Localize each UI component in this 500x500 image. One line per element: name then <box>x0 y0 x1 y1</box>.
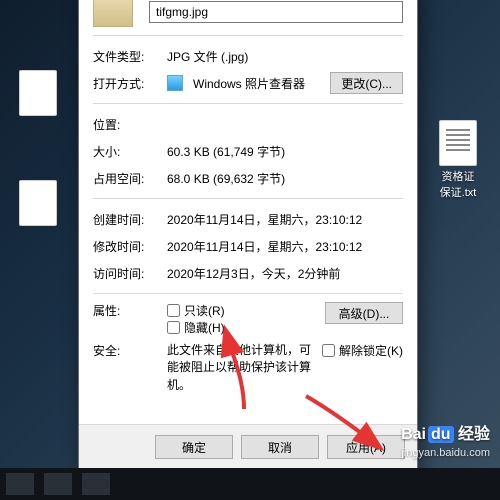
unblock-checkbox-label: 解除锁定(K) <box>339 342 403 359</box>
file-icon <box>19 70 57 116</box>
watermark-brand-b: du <box>428 426 454 443</box>
readonly-checkbox[interactable]: 只读(R) <box>167 302 225 319</box>
unblock-checkbox-input[interactable] <box>322 344 335 357</box>
security-text: 此文件来自其他计算机，可能被阻止以帮助保护该计算机。 <box>167 342 312 394</box>
label-openwith: 打开方式: <box>93 75 157 92</box>
filename-input[interactable]: tifgmg.jpg <box>149 1 403 23</box>
apply-button[interactable]: 应用(A) <box>327 435 405 459</box>
cancel-button[interactable]: 取消 <box>241 435 319 459</box>
hidden-checkbox[interactable]: 隐藏(H) <box>167 319 225 336</box>
dialog-footer: 确定 取消 应用(A) <box>79 424 417 469</box>
label-attributes: 属性: <box>93 302 157 319</box>
label-accessed: 访问时间: <box>93 265 157 282</box>
value-modified: 2020年11月14日，星期六，23:10:12 <box>167 238 403 255</box>
separator <box>93 35 403 36</box>
desktop-icon-label: 资格证 保证.txt <box>428 168 488 200</box>
label-filetype: 文件类型: <box>93 48 157 65</box>
taskbar-item[interactable] <box>82 473 110 495</box>
label-location: 位置: <box>93 116 157 133</box>
label-modified: 修改时间: <box>93 238 157 255</box>
watermark-brand-a: Bai <box>401 426 426 443</box>
value-created: 2020年11月14日，星期六，23:10:12 <box>167 211 403 228</box>
photo-viewer-icon <box>167 75 183 91</box>
readonly-checkbox-input[interactable] <box>167 304 180 317</box>
watermark-sub: jingyan.baidu.com <box>401 446 490 460</box>
desktop-icon[interactable] <box>8 70 68 118</box>
file-thumbnail-icon <box>93 0 133 27</box>
file-icon <box>19 180 57 226</box>
label-created: 创建时间: <box>93 211 157 228</box>
label-ondisk: 占用空间: <box>93 170 157 187</box>
taskbar-item[interactable] <box>6 473 34 495</box>
desktop-background: 资格证 保证.txt tifgmg.jpg 文件类型: JPG 文件 (.jpg… <box>0 0 500 500</box>
separator <box>93 103 403 104</box>
watermark: Baidu 经验 jingyan.baidu.com <box>401 425 490 460</box>
label-security: 安全: <box>93 342 157 359</box>
value-openwith: Windows 照片查看器 <box>193 75 320 92</box>
change-button[interactable]: 更改(C)... <box>330 72 403 94</box>
ok-button[interactable]: 确定 <box>155 435 233 459</box>
value-ondisk: 68.0 KB (69,632 字节) <box>167 170 403 187</box>
desktop-icon-txt[interactable]: 资格证 保证.txt <box>428 120 488 200</box>
readonly-checkbox-label: 只读(R) <box>184 302 225 319</box>
desktop-icon[interactable] <box>8 180 68 228</box>
hidden-checkbox-label: 隐藏(H) <box>184 319 225 336</box>
value-filetype: JPG 文件 (.jpg) <box>167 48 403 65</box>
hidden-checkbox-input[interactable] <box>167 321 180 334</box>
advanced-button[interactable]: 高级(D)... <box>325 302 403 324</box>
unblock-checkbox[interactable]: 解除锁定(K) <box>322 342 403 359</box>
separator <box>93 293 403 294</box>
properties-dialog: tifgmg.jpg 文件类型: JPG 文件 (.jpg) 打开方式: Win… <box>78 0 418 470</box>
value-accessed: 2020年12月3日，今天，2分钟前 <box>167 265 403 282</box>
value-size: 60.3 KB (61,749 字节) <box>167 143 403 160</box>
dialog-body: tifgmg.jpg 文件类型: JPG 文件 (.jpg) 打开方式: Win… <box>79 0 417 424</box>
text-file-icon <box>439 120 477 166</box>
taskbar[interactable] <box>0 468 500 500</box>
watermark-brand-tail: 经验 <box>458 426 490 443</box>
taskbar-item[interactable] <box>44 473 72 495</box>
label-size: 大小: <box>93 143 157 160</box>
separator <box>93 198 403 199</box>
